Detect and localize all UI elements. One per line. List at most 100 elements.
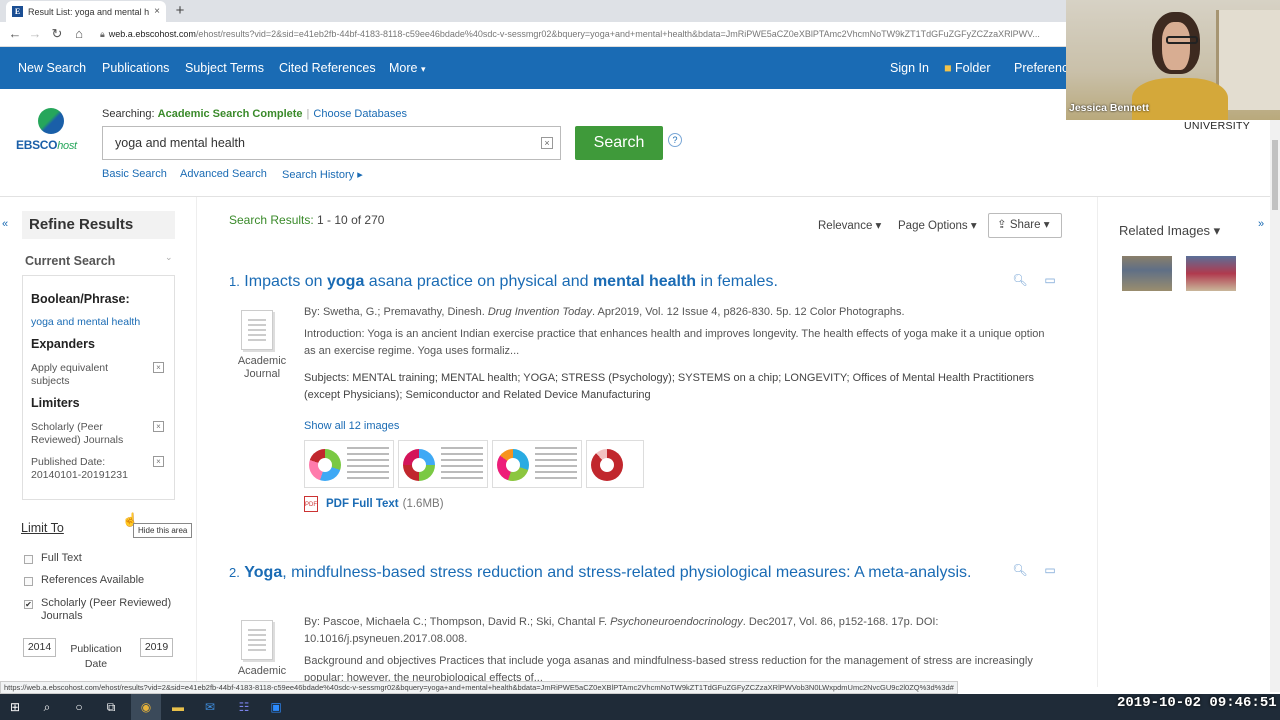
preview-magnifier-icon[interactable]: 🔍︎ [1012,562,1028,578]
nav-more[interactable]: More ▾ [389,47,426,89]
nav-publications[interactable]: Publications [102,47,169,89]
result-1-abstract: Introduction: Yoga is an ancient Indian … [304,328,1045,357]
nav-folder[interactable]: ■ Folder [944,47,990,89]
new-tab-button[interactable]: + [172,2,188,20]
teams-icon[interactable]: ☷ [229,694,259,720]
remove-expander-icon[interactable]: × [153,362,164,373]
file-explorer-icon[interactable]: ▬ [163,694,193,720]
nav-new-search[interactable]: New Search [18,47,86,89]
publication-type: Academic Journal [237,665,287,679]
tab-close-icon[interactable]: × [154,6,160,17]
chevron-down-icon: ▾ [420,64,426,74]
basic-search-link[interactable]: Basic Search [102,168,167,180]
task-view-icon[interactable]: ⧉ [96,694,126,720]
search-history-link[interactable]: Search History ▸ [282,168,363,181]
boolean-phrase-value[interactable]: yoga and mental health [31,316,161,329]
byline-source: Drug Invention Today [487,306,592,318]
sort-relevance-dropdown[interactable]: Relevance ▾ [818,218,881,232]
cortana-icon[interactable]: ○ [64,694,94,720]
scholarly-label[interactable]: Scholarly (Peer Reviewed) Journals [41,597,181,623]
folder-icon: ■ [944,61,952,75]
url-field[interactable]: 🔒︎ web.a.ebscohost.com/ehost/results?vid=… [100,25,1070,44]
full-text-label[interactable]: Full Text [41,552,82,565]
search-input[interactable]: yoga and mental health [102,126,561,160]
nav-preferences[interactable]: Preferenc [1014,47,1068,89]
related-images-heading[interactable]: Related Images ▾ [1119,223,1220,239]
forward-arrow-icon[interactable]: → [26,25,44,43]
title-part: Yoga [244,564,283,581]
ebsco-favicon-icon: E [12,6,23,17]
year-to-input[interactable]: 2019 [140,638,173,657]
collapse-left-icon[interactable]: « [2,218,8,230]
remove-limiter-icon[interactable]: × [153,421,164,432]
title-part: yoga [327,273,365,290]
related-image-thumb[interactable] [1122,256,1172,291]
pdf-full-text-link[interactable]: PDF PDF Full Text (1.6MB) [304,496,444,512]
nav-cited-references[interactable]: Cited References [279,47,376,89]
ebscohost-logo[interactable]: EBSCOhost [16,108,88,154]
results-count-value: 1 - 10 of 270 [317,213,385,227]
page-options-dropdown[interactable]: Page Options ▾ [898,218,977,232]
chrome-icon[interactable]: ◉ [131,694,161,720]
reload-icon[interactable]: ↻ [48,25,66,43]
outlook-icon[interactable]: ✉ [195,694,225,720]
choose-databases-link[interactable]: Choose Databases [313,108,407,120]
references-label[interactable]: References Available [41,574,144,587]
result-2-byline: By: Pascoe, Michaela C.; Thompson, David… [304,614,1059,648]
result-image-thumb[interactable] [304,440,394,488]
expanders-heading: Expanders [31,337,95,351]
advanced-search-link[interactable]: Advanced Search [180,168,267,180]
byline-authors: By: Swetha, G.; Premavathy, Dinesh. [304,306,488,318]
back-arrow-icon[interactable]: ← [6,25,24,43]
search-icon[interactable]: ⌕ [32,694,62,720]
title-part: , mindfulness-based stress reduction and… [282,564,972,581]
searching-line: Searching: Academic Search Complete | Choo… [102,108,407,120]
full-text-checkbox[interactable] [24,555,33,564]
search-button[interactable]: Search [575,126,663,160]
result-image-thumb[interactable] [398,440,488,488]
result-image-thumb[interactable] [586,440,644,488]
nav-sign-in[interactable]: Sign In [890,47,929,89]
vertical-scrollbar[interactable] [1270,120,1280,692]
byline-details: . Apr2019, Vol. 12 Issue 4, p826-830. 5p… [592,306,905,318]
searching-label: Searching: [102,108,155,120]
help-icon[interactable]: ? [668,133,682,147]
remove-limiter-icon[interactable]: × [153,456,164,467]
limit-to-heading[interactable]: Limit To [21,521,64,535]
share-button[interactable]: ⇪ Share ▾ [988,213,1062,238]
add-to-folder-icon[interactable]: ▭ [1042,272,1058,288]
nav-more-label: More [389,61,418,75]
pdf-size: (1.6MB) [402,498,444,511]
browser-tab[interactable]: E Result List: yoga and mental hea × [6,1,166,22]
institution-name: UNIVERSITY [1184,120,1251,132]
result-2-title[interactable]: 2. Yoga, mindfulness-based stress reduct… [229,563,989,583]
related-image-thumb[interactable] [1186,256,1236,291]
zoom-icon[interactable]: ▣ [261,694,291,720]
windows-taskbar: ⊞ ⌕ ○ ⧉ ◉ ▬ ✉ ☷ ▣ [0,694,1280,720]
collapse-right-icon[interactable]: » [1258,218,1264,230]
add-to-folder-icon[interactable]: ▭ [1042,562,1058,578]
result-1-title[interactable]: 1. Impacts on yoga asana practice on phy… [229,272,989,292]
expander-item: Apply equivalent subjects [31,362,109,387]
database-name: Academic Search Complete [157,108,303,120]
scholarly-checkbox[interactable]: ✔ [24,600,33,609]
preview-magnifier-icon[interactable]: 🔍︎ [1012,272,1028,288]
home-icon[interactable]: ⌂ [70,25,88,43]
scrollbar-thumb[interactable] [1272,140,1278,210]
year-from-input[interactable]: 2014 [23,638,56,657]
glasses [1166,36,1198,44]
presenter-name: Jessica Bennett [1069,102,1149,114]
references-checkbox[interactable] [24,577,33,586]
nav-subject-terms[interactable]: Subject Terms [185,47,264,89]
clear-search-icon[interactable]: × [541,137,553,149]
title-part: in females. [696,273,778,290]
boolean-phrase-heading: Boolean/Phrase: [31,292,130,306]
current-search-heading[interactable]: Current Search [25,254,115,268]
limiter-item: Published Date: 20140101-20191231 [31,456,128,481]
title-part: asana practice on physical and [364,273,593,290]
tab-title: Result List: yoga and mental hea [28,6,150,17]
result-image-thumb[interactable] [492,440,582,488]
chevron-down-icon[interactable]: ⌄ [165,252,173,263]
windows-start-icon[interactable]: ⊞ [0,694,30,720]
show-all-images-link[interactable]: Show all 12 images [304,420,399,432]
